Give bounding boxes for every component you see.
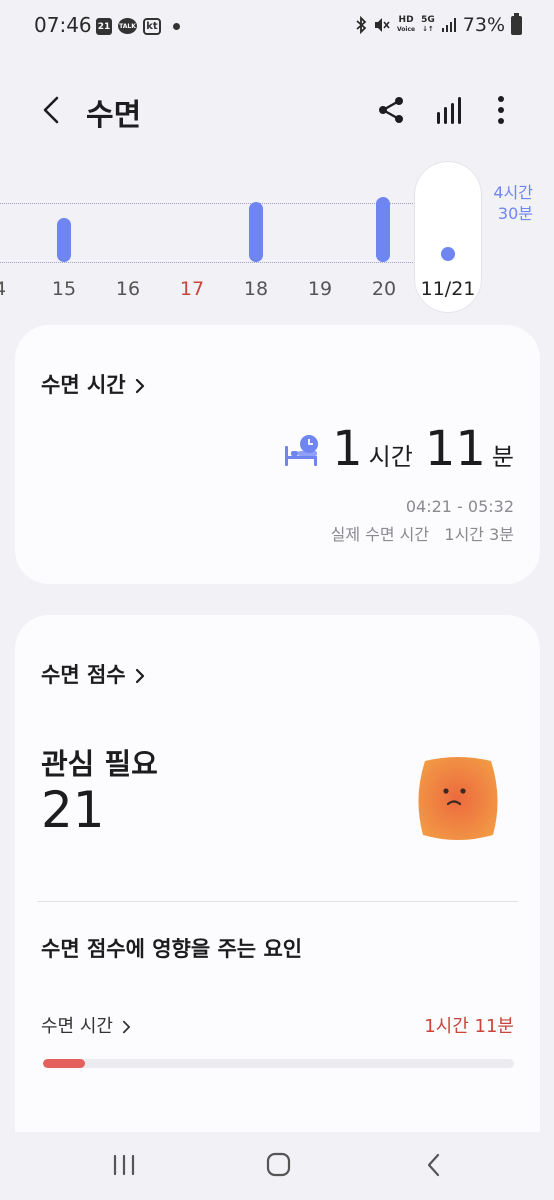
sleep-time-card-title[interactable]: 수면 시간	[41, 369, 146, 399]
sleep-score-card[interactable]: 수면 점수 관심 필요 21 수면 점수에 영향을 주는 요인 수면 시간 1시…	[15, 615, 540, 1175]
sleep-goal-label: 4시간 30분	[493, 183, 533, 223]
more-notifications-dot-icon	[173, 23, 180, 30]
nav-back-icon[interactable]	[414, 1150, 454, 1180]
recent-apps-icon[interactable]	[104, 1150, 144, 1180]
sleep-bar-18[interactable]	[249, 202, 263, 262]
sleep-score-card-title[interactable]: 수면 점수	[41, 659, 146, 689]
share-icon[interactable]	[375, 94, 407, 126]
home-icon[interactable]	[258, 1150, 298, 1180]
sleep-duration: 1 시간 11 분	[332, 421, 514, 477]
system-nav-bar	[0, 1132, 554, 1200]
sleep-bar-20[interactable]	[376, 197, 390, 262]
duration-hours: 1	[332, 421, 363, 477]
battery-percent: 73%	[462, 14, 505, 36]
duration-hours-unit: 시간	[368, 443, 413, 471]
factor-progress-fill	[43, 1059, 86, 1068]
day-label-4[interactable]: 4	[0, 278, 20, 300]
sleep-bar-15[interactable]	[57, 218, 71, 262]
bluetooth-icon	[356, 16, 367, 34]
factor-sleep-time-value: 1시간 11분	[424, 1016, 514, 1037]
actual-sleep-time: 실제 수면 시간 1시간 3분	[330, 525, 514, 544]
day-label-20[interactable]: 20	[364, 278, 404, 300]
status-time: 07:46	[34, 13, 92, 37]
battery-icon	[511, 12, 522, 35]
sleep-time-range: 04:21 - 05:32	[405, 497, 514, 516]
hd-voice-indicator: HD Voice	[396, 15, 416, 34]
app-header: 수면	[0, 80, 554, 140]
network-indicator: 5G ↓↑	[421, 15, 435, 34]
mute-icon	[374, 18, 390, 32]
sad-face-icon	[418, 757, 498, 840]
day-label-17[interactable]: 17	[172, 278, 212, 300]
day-label-19[interactable]: 19	[300, 278, 340, 300]
sleep-time-card[interactable]: 수면 시간 1 시간 11 분 04:21 - 05:32 실제 수면 시간 1…	[15, 325, 540, 584]
status-bar: 07:46 21 TALK kt HD Voice 5G ↓↑ 73%	[0, 0, 554, 54]
sleep-score-value: 21	[41, 781, 105, 839]
kt-notification-icon: kt	[143, 18, 161, 35]
factor-progress-bar	[43, 1059, 514, 1068]
kakaotalk-notification-icon: TALK	[118, 18, 137, 34]
day-label-16[interactable]: 16	[108, 278, 148, 300]
duration-minutes: 11	[424, 421, 486, 477]
selected-day-label: 11/21	[420, 278, 476, 300]
signal-icon	[441, 18, 456, 32]
back-icon[interactable]	[38, 92, 66, 128]
day-label-15[interactable]: 15	[44, 278, 84, 300]
calendar-notification-icon: 21	[96, 18, 112, 35]
chevron-right-icon	[122, 1020, 131, 1034]
chevron-right-icon	[135, 668, 144, 684]
chart-icon[interactable]	[434, 94, 466, 126]
goal-line-top	[0, 203, 415, 204]
card-divider	[37, 901, 518, 902]
page-title: 수면	[86, 98, 142, 133]
sleep-timeline[interactable]: 4 15 16 17 18 19 20 11/21 4시간 30분	[0, 160, 554, 320]
bed-clock-icon	[285, 435, 318, 466]
factor-sleep-time-link[interactable]: 수면 시간	[41, 1012, 132, 1038]
goal-line-bottom	[0, 262, 415, 263]
chevron-right-icon	[135, 378, 144, 394]
selected-day-dot	[441, 247, 455, 261]
duration-minutes-unit: 분	[491, 443, 514, 471]
day-label-18[interactable]: 18	[236, 278, 276, 300]
factors-title: 수면 점수에 영향을 주는 요인	[41, 937, 303, 961]
more-icon[interactable]	[485, 94, 517, 126]
score-status: 관심 필요	[41, 747, 158, 781]
